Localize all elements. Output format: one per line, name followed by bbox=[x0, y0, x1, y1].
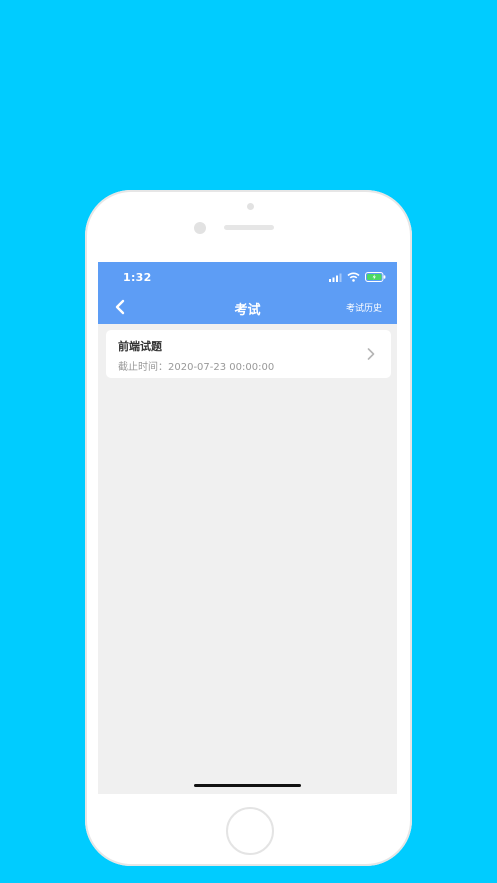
proximity-sensor bbox=[194, 222, 206, 234]
battery-icon bbox=[365, 272, 386, 282]
phone-screen: 1:32 考试 考试历史 前端试题 截止时间：2020-07-23 00:00:… bbox=[98, 262, 397, 794]
wifi-icon bbox=[347, 272, 360, 282]
earpiece-speaker bbox=[224, 225, 274, 230]
top-bar: 1:32 考试 考试历史 bbox=[98, 262, 397, 324]
exam-list-item[interactable]: 前端试题 截止时间：2020-07-23 00:00:00 bbox=[106, 330, 391, 378]
home-indicator bbox=[194, 784, 301, 787]
app-canvas: 1:32 考试 考试历史 前端试题 截止时间：2020-07-23 00:00:… bbox=[0, 0, 497, 883]
chevron-right-icon bbox=[367, 348, 375, 360]
exam-history-button[interactable]: 考试历史 bbox=[346, 301, 382, 314]
phone-frame: 1:32 考试 考试历史 前端试题 截止时间：2020-07-23 00:00:… bbox=[85, 190, 412, 866]
status-time: 1:32 bbox=[123, 271, 152, 284]
signal-icon bbox=[329, 273, 342, 282]
front-camera bbox=[247, 203, 254, 210]
status-icons bbox=[329, 270, 386, 284]
exam-title: 前端试题 bbox=[118, 340, 162, 353]
home-button[interactable] bbox=[226, 807, 274, 855]
exam-deadline: 截止时间：2020-07-23 00:00:00 bbox=[118, 362, 275, 373]
